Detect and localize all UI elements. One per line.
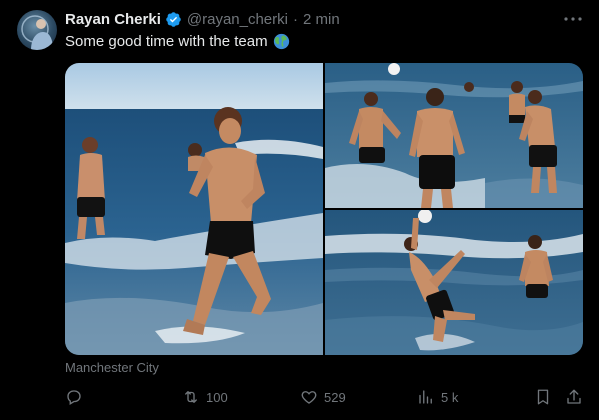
timestamp[interactable]: 2 min — [303, 11, 340, 28]
tweet-header: Rayan Cherki @rayan_cherki · 2 min — [65, 9, 340, 29]
media-source-label[interactable]: Manchester City — [65, 360, 159, 375]
tweet-text-content: Some good time with the team — [65, 33, 268, 50]
media-grid — [65, 63, 583, 355]
retweet-button[interactable]: 100 — [182, 386, 228, 408]
photo-1[interactable] — [65, 63, 323, 355]
author-handle[interactable]: @rayan_cherki — [187, 11, 288, 28]
globe-icon — [273, 33, 290, 50]
like-button[interactable]: 529 — [300, 386, 346, 408]
reply-button[interactable] — [65, 386, 89, 408]
photo-2[interactable] — [325, 63, 583, 208]
retweet-icon — [185, 391, 197, 403]
more-options-icon[interactable] — [562, 10, 584, 28]
avatar-image — [21, 15, 53, 50]
reply-icon — [67, 390, 81, 405]
action-bar: 100 529 5 k — [65, 386, 585, 408]
verified-badge-icon — [165, 11, 182, 28]
tweet-text: Some good time with the team — [65, 33, 290, 50]
players-in-sea-with-ball-photo — [325, 63, 583, 208]
photo-3[interactable] — [325, 210, 583, 355]
like-count: 529 — [324, 389, 346, 405]
heart-icon — [301, 391, 317, 404]
tweet-card[interactable]: Rayan Cherki @rayan_cherki · 2 min Some … — [0, 0, 599, 420]
views-icon — [419, 390, 432, 404]
bookmark-icon — [537, 389, 549, 405]
views-count: 5 k — [441, 389, 459, 405]
player-running-out-of-sea-photo — [65, 63, 323, 355]
share-icon — [567, 389, 581, 404]
retweet-count: 100 — [206, 389, 228, 405]
author-name[interactable]: Rayan Cherki — [65, 11, 161, 28]
time-separator: · — [292, 10, 298, 28]
bookmark-button[interactable] — [534, 386, 552, 408]
player-kicking-ball-in-sea-photo — [325, 210, 583, 355]
author-avatar[interactable] — [17, 10, 57, 50]
views-button[interactable]: 5 k — [417, 386, 458, 408]
share-button[interactable] — [565, 386, 583, 408]
